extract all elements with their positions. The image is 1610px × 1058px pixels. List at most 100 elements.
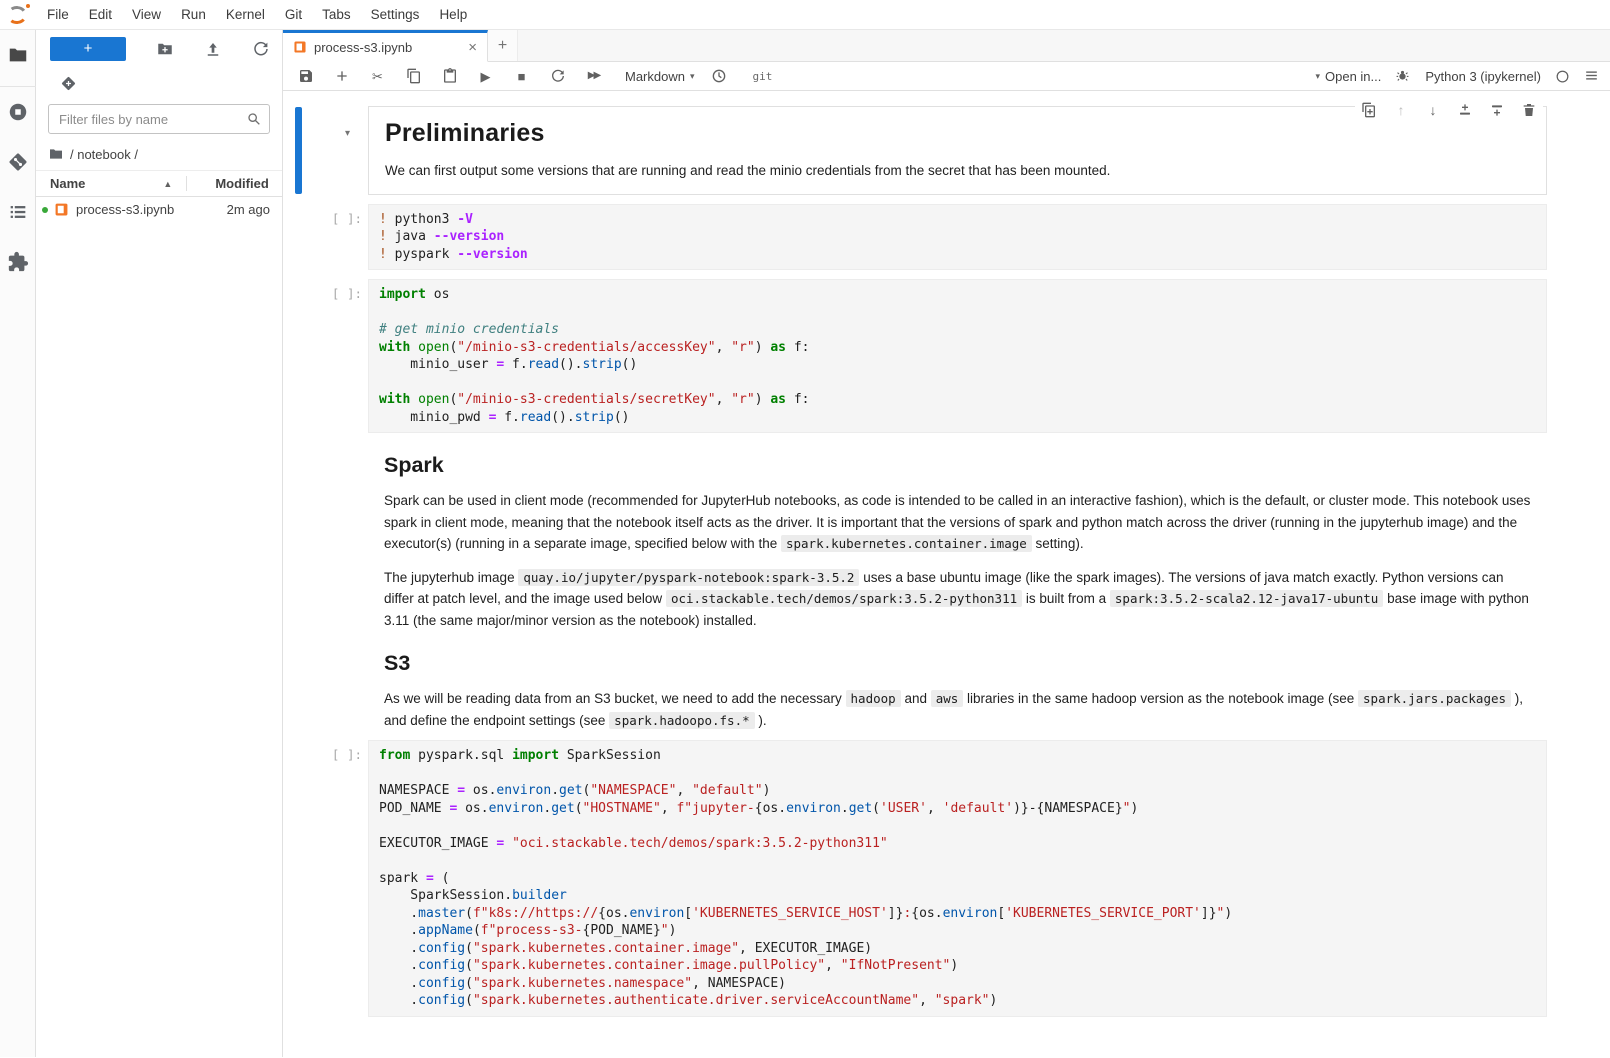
code-line: .config("spark.kubernetes.container.imag…	[379, 957, 1536, 975]
cell-type-dropdown[interactable]: Markdown ▾	[625, 69, 695, 84]
cell-collapser[interactable]	[295, 280, 302, 432]
notebook-file-icon	[54, 202, 69, 217]
insert-cell-above-icon[interactable]	[1457, 102, 1473, 118]
new-tab-button[interactable]: +	[488, 30, 518, 61]
code-line: minio_pwd = f.read().strip()	[379, 409, 1536, 427]
menu-file[interactable]: File	[37, 7, 79, 22]
extensions-icon[interactable]	[7, 251, 29, 273]
new-folder-icon[interactable]	[156, 40, 174, 58]
filter-files-input[interactable]	[48, 104, 270, 134]
run-cell-icon[interactable]: ▶	[477, 68, 494, 85]
refresh-icon[interactable]	[252, 40, 270, 58]
insert-cell-below-icon[interactable]	[1489, 102, 1505, 118]
tab-process-s3[interactable]: process-s3.ipynb ×	[283, 30, 488, 62]
save-icon[interactable]	[297, 68, 314, 85]
upload-icon[interactable]	[204, 40, 222, 58]
sidebar-rail	[0, 30, 36, 1057]
code-editor[interactable]: from pyspark.sql import SparkSession NAM…	[368, 740, 1547, 1017]
notebook-cell[interactable]: S3As we will be reading data from an S3 …	[283, 651, 1547, 731]
restart-run-all-icon[interactable]: ▶▶	[585, 68, 602, 85]
markdown-cell-content[interactable]: SparkSpark can be used in client mode (r…	[368, 453, 1547, 631]
markdown-paragraph: The jupyterhub image quay.io/jupyter/pys…	[384, 567, 1531, 632]
copy-cells-icon[interactable]	[405, 68, 422, 85]
jupyter-logo	[5, 4, 31, 28]
cell-collapser[interactable]	[295, 454, 302, 630]
code-line: .appName(f"process-s3-{POD_NAME}")	[379, 922, 1536, 940]
code-line: # get minio credentials	[379, 321, 1536, 339]
duplicate-cell-icon[interactable]	[1361, 102, 1377, 118]
jupyterlab-app: FileEditViewRunKernelGitTabsSettingsHelp…	[0, 0, 1610, 1058]
notebook-cell[interactable]: SparkSpark can be used in client mode (r…	[283, 453, 1547, 631]
file-browser-icon[interactable]	[7, 44, 29, 66]
notebook-cell[interactable]: [ ]: import os # get minio credentialswit…	[283, 279, 1547, 433]
kernel-status-icon[interactable]	[1555, 69, 1570, 84]
column-name[interactable]: Name	[50, 176, 85, 191]
add-cell-icon[interactable]	[333, 68, 350, 85]
code-line: import os	[379, 286, 1536, 304]
menubar-items: FileEditViewRunKernelGitTabsSettingsHelp	[37, 0, 477, 29]
file-browser: + / notebook / Name ▲ Modified	[36, 30, 283, 1057]
cell-collapser[interactable]	[295, 652, 302, 730]
menu-git[interactable]: Git	[275, 7, 312, 22]
notebook-cells: ▾PreliminariesWe can first output some v…	[283, 91, 1610, 1057]
file-name: process-s3.ipynb	[76, 202, 227, 217]
notebook-cell[interactable]: [ ]:! python3 -V! java --version! pyspar…	[283, 204, 1547, 271]
file-list-header: Name ▲ Modified	[36, 170, 282, 197]
code-line: .config("spark.kubernetes.container.imag…	[379, 940, 1536, 958]
interrupt-kernel-icon[interactable]: ■	[513, 68, 530, 85]
notebook-cell[interactable]: ▾PreliminariesWe can first output some v…	[283, 106, 1547, 195]
column-divider	[186, 176, 187, 191]
column-modified[interactable]: Modified	[215, 176, 268, 191]
delete-cell-icon[interactable]	[1521, 102, 1537, 118]
menu-kernel[interactable]: Kernel	[216, 7, 275, 22]
kernel-name[interactable]: Python 3 (ipykernel)	[1425, 69, 1541, 84]
code-editor[interactable]: import os # get minio credentialswith op…	[368, 279, 1547, 433]
inline-code: spark.kubernetes.container.image	[781, 535, 1032, 552]
code-line: EXECUTOR_IMAGE = "oci.stackable.tech/dem…	[379, 835, 1536, 853]
inline-code: hadoop	[846, 690, 901, 707]
menu-tabs[interactable]: Tabs	[312, 7, 361, 22]
cell-toolbar: ↑↓	[1355, 99, 1543, 121]
cell-input-prompt: [ ]:	[283, 286, 362, 301]
running-sessions-icon[interactable]	[7, 101, 29, 123]
file-row[interactable]: process-s3.ipynb2m ago	[36, 197, 282, 222]
git-clone-icon[interactable]	[60, 75, 77, 92]
home-folder-icon[interactable]	[48, 146, 64, 162]
caret-down-icon: ▾	[1315, 71, 1320, 82]
cell-collapser[interactable]	[295, 741, 302, 1016]
code-line: from pyspark.sql import SparkSession	[379, 747, 1536, 765]
markdown-paragraph: We can first output some versions that a…	[385, 160, 1530, 182]
markdown-cell-content[interactable]: S3As we will be reading data from an S3 …	[368, 651, 1547, 731]
close-tab-icon[interactable]: ×	[468, 40, 477, 55]
history-icon[interactable]	[711, 68, 728, 85]
new-launcher-button[interactable]: +	[50, 37, 126, 61]
heading-collapse-icon[interactable]: ▾	[345, 128, 350, 139]
menubar: FileEditViewRunKernelGitTabsSettingsHelp	[0, 0, 1610, 30]
git-icon[interactable]	[7, 151, 29, 173]
menu-settings[interactable]: Settings	[361, 7, 430, 22]
move-down-icon[interactable]: ↓	[1425, 102, 1441, 118]
breadcrumb[interactable]: / notebook /	[36, 142, 282, 170]
code-line: .config("spark.kubernetes.authenticate.d…	[379, 992, 1536, 1010]
toolbar-menu-icon[interactable]	[1584, 68, 1600, 84]
sort-ascending-icon[interactable]: ▲	[163, 179, 172, 189]
open-in-dropdown[interactable]: ▾ Open in...	[1315, 69, 1381, 84]
move-up-icon[interactable]: ↑	[1393, 102, 1409, 118]
debugger-icon[interactable]	[1395, 68, 1411, 84]
notebook-toolbar: ✂ ▶ ■ ▶▶ Markdown ▾ git ▾ Open in...	[283, 62, 1610, 91]
tab-bar: process-s3.ipynb × +	[283, 30, 1610, 62]
restart-kernel-icon[interactable]	[549, 68, 566, 85]
menu-view[interactable]: View	[122, 7, 171, 22]
code-line	[379, 374, 1536, 392]
cell-collapser[interactable]	[295, 107, 302, 194]
code-editor[interactable]: ! python3 -V! java --version! pyspark --…	[368, 204, 1547, 271]
table-of-contents-icon[interactable]	[7, 201, 29, 223]
menu-edit[interactable]: Edit	[79, 7, 122, 22]
notebook-cell[interactable]: [ ]:from pyspark.sql import SparkSession…	[283, 740, 1547, 1017]
cut-cells-icon[interactable]: ✂	[369, 68, 386, 85]
paste-cells-icon[interactable]	[441, 68, 458, 85]
rail-divider	[0, 86, 36, 87]
menu-help[interactable]: Help	[429, 7, 477, 22]
git-toolbar-label: git	[753, 70, 773, 83]
menu-run[interactable]: Run	[171, 7, 216, 22]
